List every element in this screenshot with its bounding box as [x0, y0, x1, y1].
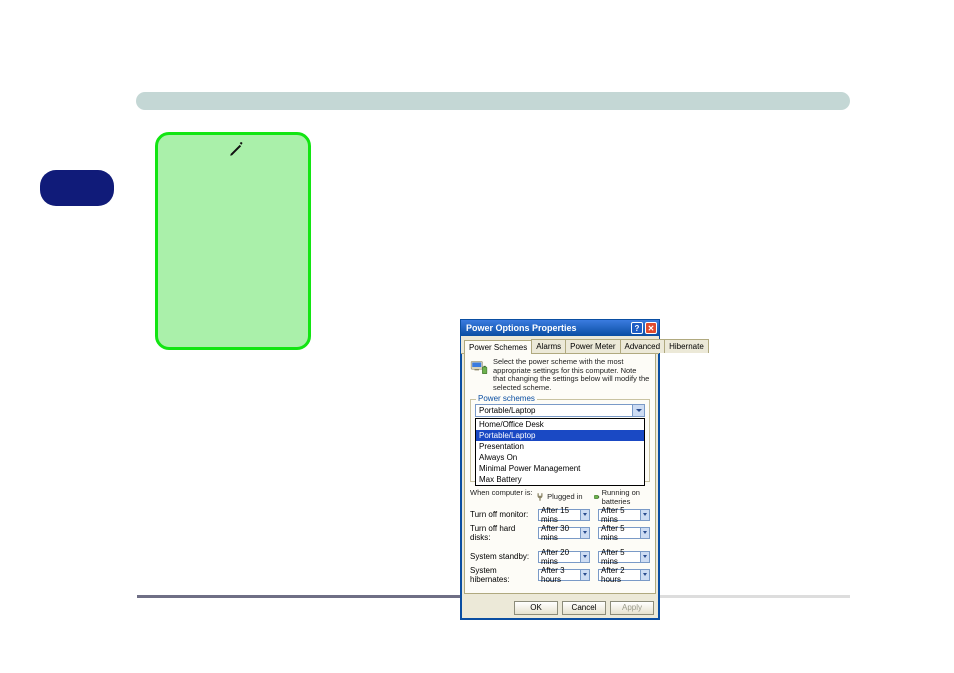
chevron-down-icon: [640, 552, 649, 562]
ok-button[interactable]: OK: [514, 601, 558, 615]
chevron-down-icon: [580, 510, 589, 520]
chevron-down-icon: [640, 528, 649, 538]
pen-icon: [228, 140, 246, 158]
cancel-button[interactable]: Cancel: [562, 601, 606, 615]
standby-plugged-select[interactable]: After 20 mins: [538, 551, 590, 563]
scheme-option[interactable]: Home/Office Desk: [476, 419, 644, 430]
settings-column-headers: When computer is: Plugged in Running on …: [470, 488, 650, 506]
hdd-plugged-select[interactable]: After 30 mins: [538, 527, 590, 539]
apply-button[interactable]: Apply: [610, 601, 654, 615]
select-value: After 5 mins: [601, 506, 640, 524]
battery-icon: [593, 492, 600, 502]
row-standby: System standby: After 20 mins After 5 mi…: [470, 551, 650, 563]
scheme-option[interactable]: Minimal Power Management: [476, 463, 644, 474]
group-label-schemes: Power schemes: [476, 394, 537, 403]
scheme-option[interactable]: Presentation: [476, 441, 644, 452]
select-value: After 5 mins: [601, 524, 640, 542]
scheme-select-listbox[interactable]: Home/Office Desk Portable/Laptop Present…: [475, 418, 645, 486]
scheme-option[interactable]: Always On: [476, 452, 644, 463]
chevron-down-icon: [640, 570, 649, 580]
hibernate-battery-select[interactable]: After 2 hours: [598, 569, 650, 581]
chevron-down-icon: [640, 510, 649, 520]
row-harddisk: Turn off hard disks: After 30 mins After…: [470, 524, 650, 542]
help-button[interactable]: ?: [631, 322, 643, 334]
side-pill: [40, 170, 114, 206]
tab-power-meter[interactable]: Power Meter: [565, 339, 620, 353]
select-value: After 3 hours: [541, 566, 580, 584]
select-value: After 20 mins: [541, 548, 580, 566]
row-label: System standby:: [470, 552, 538, 561]
standby-battery-select[interactable]: After 5 mins: [598, 551, 650, 563]
tabstrip: Power Schemes Alarms Power Meter Advance…: [461, 336, 659, 354]
tab-power-schemes[interactable]: Power Schemes: [464, 340, 532, 354]
info-text: Select the power scheme with the most ap…: [493, 358, 650, 393]
plugged-label: Plugged in: [547, 492, 582, 501]
header-pill: [136, 92, 850, 110]
select-value: After 2 hours: [601, 566, 640, 584]
scheme-option[interactable]: Max Battery: [476, 474, 644, 485]
row-monitor: Turn off monitor: After 15 mins After 5 …: [470, 509, 650, 521]
close-button[interactable]: ✕: [645, 322, 657, 334]
scheme-option[interactable]: Portable/Laptop: [476, 430, 644, 441]
battery-label: Running on batteries: [602, 488, 650, 506]
info-row: Select the power scheme with the most ap…: [470, 358, 650, 393]
chevron-down-icon: [580, 528, 589, 538]
row-hibernate: System hibernates: After 3 hours After 2…: [470, 566, 650, 584]
power-options-dialog: Power Options Properties ? ✕ Power Schem…: [460, 319, 660, 620]
dialog-titlebar[interactable]: Power Options Properties ? ✕: [461, 320, 659, 336]
scheme-select-value: Portable/Laptop: [479, 406, 536, 415]
select-value: After 5 mins: [601, 548, 640, 566]
tab-advanced[interactable]: Advanced: [620, 339, 666, 353]
dialog-footer: OK Cancel Apply: [461, 597, 659, 619]
tab-hibernate[interactable]: Hibernate: [664, 339, 709, 353]
monitor-battery-select[interactable]: After 5 mins: [598, 509, 650, 521]
hdd-battery-select[interactable]: After 5 mins: [598, 527, 650, 539]
row-label: Turn off monitor:: [470, 510, 538, 519]
tab-body: Select the power scheme with the most ap…: [464, 354, 656, 594]
chevron-down-icon: [632, 405, 644, 416]
scheme-select[interactable]: Portable/Laptop: [475, 404, 645, 417]
note-card: [155, 132, 311, 350]
power-schemes-group: Power schemes Portable/Laptop Home/Offic…: [470, 399, 650, 482]
select-value: After 30 mins: [541, 524, 580, 542]
when-label: When computer is:: [470, 488, 535, 506]
row-label: Turn off hard disks:: [470, 524, 538, 542]
tab-alarms[interactable]: Alarms: [531, 339, 566, 353]
plug-icon: [535, 492, 545, 502]
separator: [470, 546, 650, 547]
dialog-title: Power Options Properties: [466, 323, 577, 333]
row-label: System hibernates:: [470, 566, 538, 584]
chevron-down-icon: [580, 570, 589, 580]
select-value: After 15 mins: [541, 506, 580, 524]
battery-monitor-icon: [470, 358, 488, 376]
monitor-plugged-select[interactable]: After 15 mins: [538, 509, 590, 521]
hibernate-plugged-select[interactable]: After 3 hours: [538, 569, 590, 581]
chevron-down-icon: [580, 552, 589, 562]
